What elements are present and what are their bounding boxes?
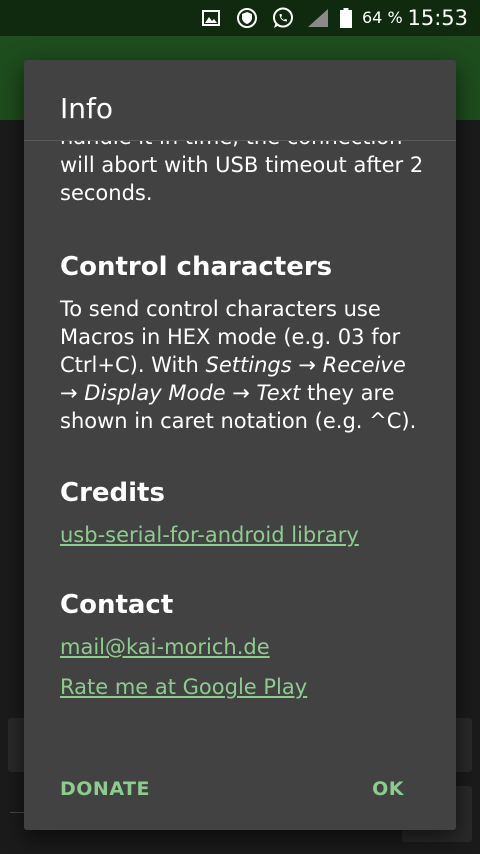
arrow: → (291, 353, 323, 377)
credits-library-link[interactable]: usb-serial-for-android library (60, 521, 359, 549)
info-dialog: Info handle it in time, the connection w… (24, 60, 456, 830)
signal-icon (306, 7, 330, 29)
settings-term: Settings (205, 353, 292, 377)
shield-icon (236, 7, 258, 29)
intro-paragraph: handle it in time, the connection will a… (60, 141, 430, 207)
clipped-line: handle it in time, the connection (60, 141, 402, 149)
whatsapp-icon (271, 7, 295, 29)
battery-icon (338, 7, 354, 29)
donate-button[interactable]: DONATE (60, 774, 150, 804)
arrow: → (60, 381, 85, 405)
intro-text: will abort with USB timeout after 2 seco… (60, 153, 424, 205)
control-characters-heading: Control characters (60, 252, 333, 282)
battery-percent: 64 % (362, 8, 403, 27)
dialog-title: Info (60, 92, 113, 125)
clock: 15:53 (407, 6, 468, 30)
dialog-actions: DONATE OK (24, 760, 456, 820)
contact-heading: Contact (60, 590, 174, 620)
receive-term: Receive (322, 353, 406, 377)
contact-email-link[interactable]: mail@kai-morich.de (60, 633, 270, 661)
dialog-scroll-area[interactable]: handle it in time, the connection will a… (24, 141, 456, 746)
control-characters-text: To send control characters use Macros in… (60, 295, 430, 435)
arrow: → (225, 381, 257, 405)
dialog-content: handle it in time, the connection will a… (60, 141, 430, 701)
screen: 64 % 15:53 Info handle it in time, the c… (0, 0, 480, 854)
rate-google-play-link[interactable]: Rate me at Google Play (60, 673, 307, 701)
status-bar: 64 % 15:53 (0, 0, 480, 36)
text-term: Text (256, 381, 301, 405)
image-icon (200, 7, 222, 29)
credits-heading: Credits (60, 478, 165, 508)
ok-button[interactable]: OK (372, 774, 404, 804)
display-mode-term: Display Mode (84, 381, 226, 405)
